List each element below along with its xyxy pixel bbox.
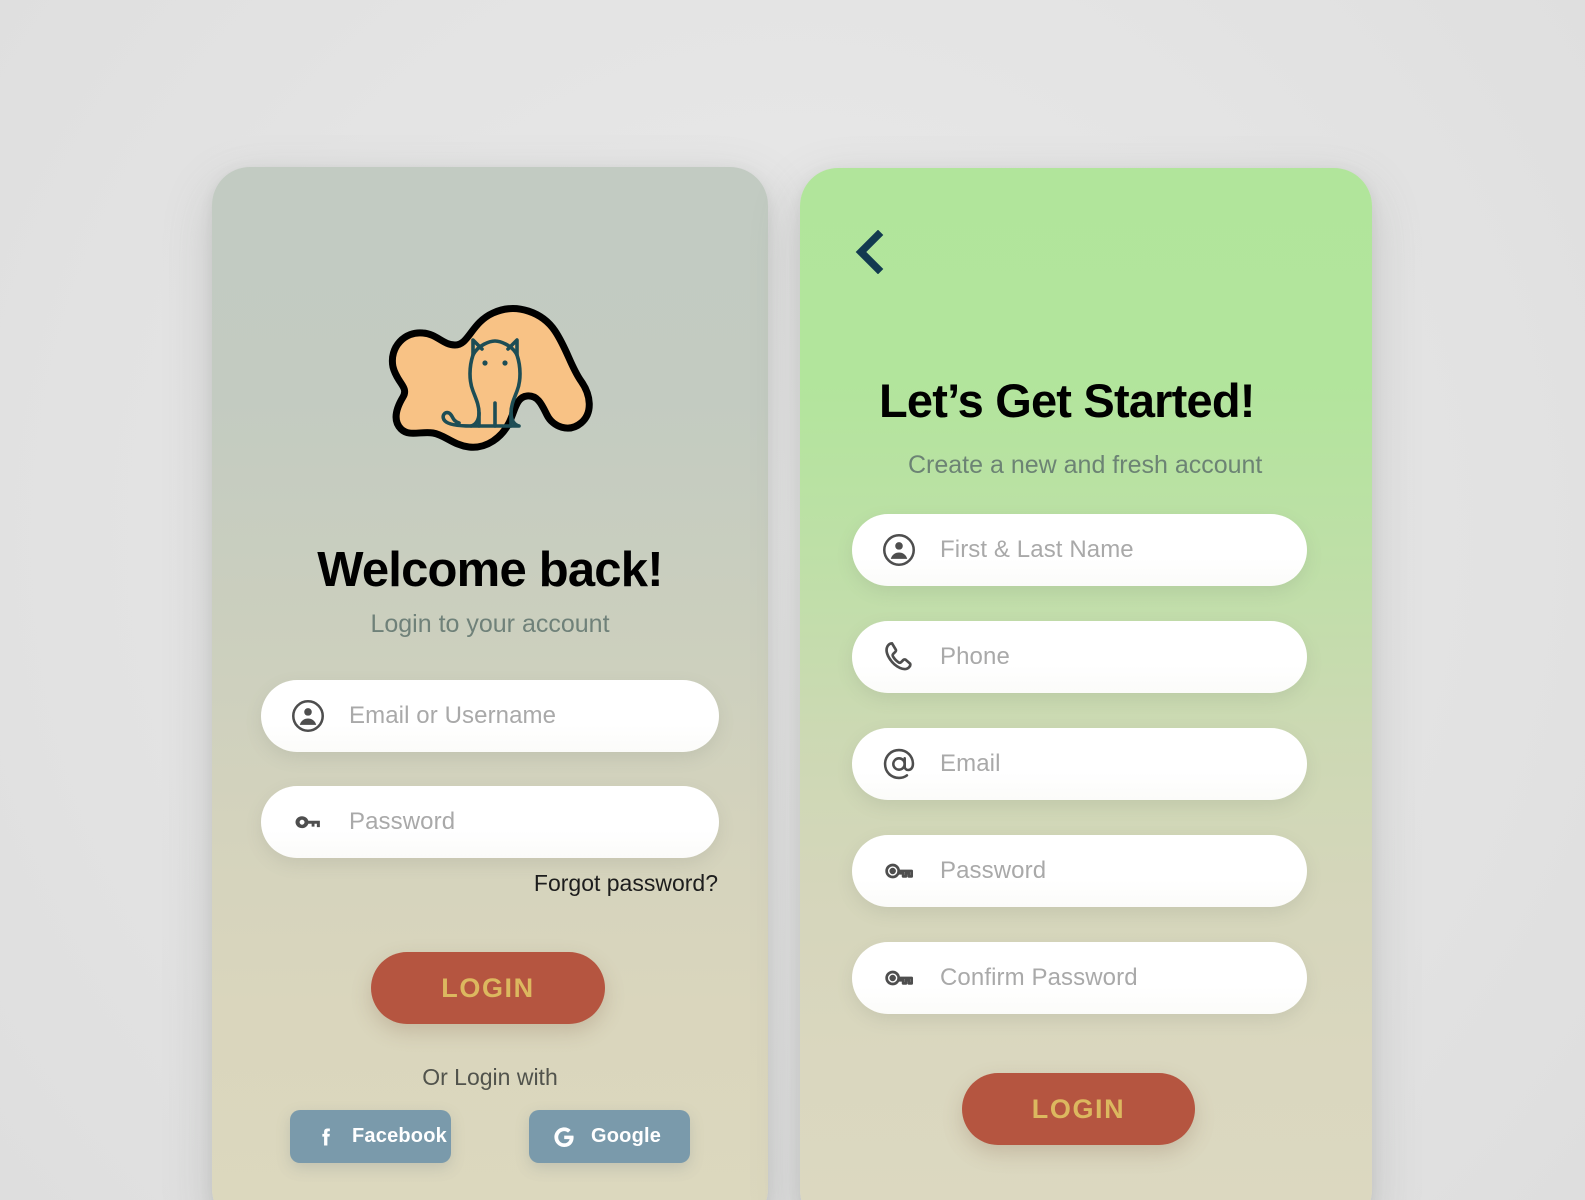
back-button[interactable] [844, 226, 896, 278]
email-or-username-placeholder: Email or Username [349, 702, 557, 729]
login-panel: Welcome back! Login to your account Emai… [212, 167, 768, 1200]
email-placeholder: Email [940, 750, 1001, 777]
account-circle-icon [876, 527, 922, 573]
chevron-left-icon [853, 230, 887, 274]
cat-blob-logo-icon [375, 295, 605, 465]
signup-panel: Let’s Get Started! Create a new and fres… [800, 168, 1372, 1200]
signup-login-button[interactable]: LOGIN [962, 1073, 1195, 1145]
email-field[interactable]: Email [852, 728, 1307, 800]
forgot-password-link[interactable]: Forgot password? [534, 870, 718, 897]
at-icon [876, 741, 922, 787]
google-icon [551, 1124, 577, 1150]
key-icon [285, 799, 331, 845]
password-field[interactable]: Password [852, 835, 1307, 907]
google-login-button[interactable]: Google [529, 1110, 690, 1163]
google-login-label: Google [591, 1125, 662, 1147]
login-headline: Welcome back! [317, 543, 663, 597]
key-outline-icon [876, 955, 922, 1001]
social-login-row: Facebook Google [290, 1110, 690, 1163]
login-subtitle: Login to your account [370, 610, 610, 638]
full-name-field[interactable]: First & Last Name [852, 514, 1307, 586]
app-background: Welcome back! Login to your account Emai… [0, 0, 1585, 1200]
signup-subtitle: Create a new and fresh account [908, 451, 1263, 479]
password-placeholder: Password [940, 857, 1047, 884]
login-button[interactable]: LOGIN [371, 952, 605, 1024]
full-name-placeholder: First & Last Name [940, 536, 1134, 563]
account-circle-icon [285, 693, 331, 739]
facebook-login-button[interactable]: Facebook [290, 1110, 451, 1163]
facebook-login-label: Facebook [352, 1125, 447, 1147]
password-placeholder: Password [349, 808, 456, 835]
confirm-password-field[interactable]: Confirm Password [852, 942, 1307, 1014]
facebook-icon [312, 1124, 338, 1150]
phone-placeholder: Phone [940, 643, 1010, 670]
signup-headline: Let’s Get Started! [879, 374, 1255, 427]
phone-icon [876, 634, 922, 680]
email-or-username-field[interactable]: Email or Username [261, 680, 719, 752]
or-login-with-label: Or Login with [422, 1064, 558, 1090]
confirm-password-placeholder: Confirm Password [940, 964, 1138, 991]
key-outline-icon [876, 848, 922, 894]
phone-field[interactable]: Phone [852, 621, 1307, 693]
password-field[interactable]: Password [261, 786, 719, 858]
